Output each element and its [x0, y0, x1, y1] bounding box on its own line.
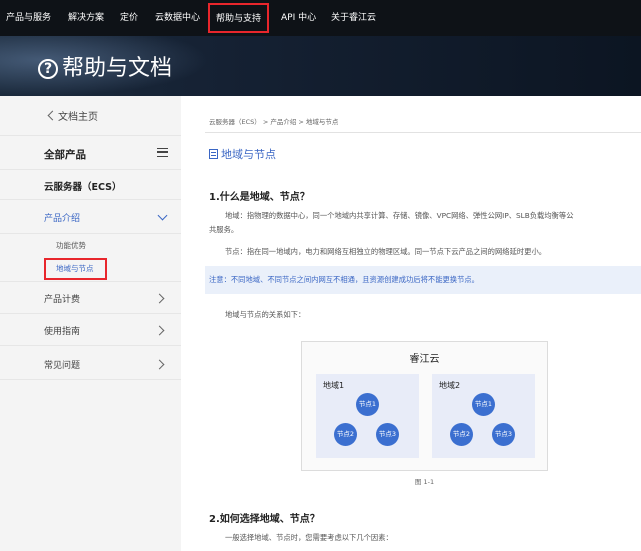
banner-title: ? 帮助与文档	[38, 50, 172, 82]
chevron-down-icon	[157, 210, 168, 221]
diagram-region-2: 地域2 节点1 节点2 节点3	[432, 374, 535, 458]
menu-icon[interactable]	[157, 148, 168, 157]
sidebar-section-intro[interactable]: 产品介绍	[0, 200, 181, 234]
region-node-diagram: 睿江云 地域1 节点1 节点2 节点3 地域2 节点1 节点2 节点3	[301, 341, 548, 471]
sidebar-section-billing[interactable]: 产品计费	[0, 282, 181, 314]
paragraph-choose: 一般选择地域、节点时，您需要考虑以下几个因素：	[225, 533, 393, 542]
sidebar-product-label: 云服务器（ECS）	[44, 182, 122, 193]
sidebar-all-products[interactable]: 全部产品	[0, 136, 181, 170]
diagram-node: 节点1	[356, 393, 379, 416]
active-item-highlight	[44, 258, 107, 280]
chevron-right-icon	[154, 359, 165, 370]
sidebar-section-label: 常见问题	[44, 361, 81, 371]
note-text: 注意：不同地域、不同节点之间内网互不相通，且资源创建成功后将不能更换节点。	[209, 275, 479, 284]
nav-item-help[interactable]: 帮助与支持	[208, 3, 270, 33]
section-heading-1: 1.什么是地域、节点？	[209, 192, 310, 203]
diagram-node: 节点3	[376, 423, 399, 446]
breadcrumb[interactable]: 云服务器（ECS） > 产品介绍 > 地域与节点	[209, 116, 338, 126]
sidebar-section-intro-label: 产品介绍	[44, 214, 81, 224]
page-title-text: 地域与节点	[221, 148, 276, 161]
paragraph-region-def-cont: 共服务。	[209, 225, 239, 234]
diagram-node: 节点2	[450, 423, 473, 446]
sidebar-sub-item-label: 功能优势	[56, 241, 86, 250]
region-label: 地域2	[439, 381, 461, 390]
banner-title-text: 帮助与文档	[62, 56, 173, 81]
sidebar-section-label: 使用指南	[44, 327, 81, 337]
page-title: 地域与节点	[209, 146, 276, 162]
paragraph-node-def: 节点：指在同一地域内，电力和网络互相独立的物理区域。同一节点下云产品之间的网络延…	[225, 247, 547, 256]
note-box: 注意：不同地域、不同节点之间内网互不相通，且资源创建成功后将不能更换节点。	[205, 266, 641, 294]
nav-item-datacenter[interactable]: 云数据中心	[155, 0, 200, 36]
main-content: 云服务器（ECS） > 产品介绍 > 地域与节点 地域与节点 1.什么是地域、节…	[181, 96, 641, 551]
diagram-node: 节点2	[334, 423, 357, 446]
sidebar-all-products-label: 全部产品	[44, 149, 86, 161]
diagram-region-1: 地域1 节点1 节点2 节点3	[316, 374, 419, 458]
document-icon	[209, 149, 218, 159]
sidebar-section-faq[interactable]: 常见问题	[0, 346, 181, 380]
sidebar-section-guide[interactable]: 使用指南	[0, 314, 181, 346]
sidebar-back[interactable]: 文档主页	[0, 96, 181, 136]
top-nav: 产品与服务 解决方案 定价 云数据中心 帮助与支持 API 中心 关于睿江云	[0, 0, 641, 36]
figure-caption: 图 1-1	[414, 478, 435, 486]
diagram-node: 节点3	[492, 423, 515, 446]
region-label: 地域1	[323, 381, 345, 390]
diagram-node: 节点1	[472, 393, 495, 416]
chevron-right-icon	[154, 293, 165, 304]
question-circle-icon: ?	[38, 59, 58, 79]
diagram-title: 睿江云	[409, 354, 440, 365]
sidebar: 文档主页 全部产品 云服务器（ECS） 产品介绍 功能优势 地域与节点 产品计费…	[0, 96, 181, 551]
nav-item-solutions[interactable]: 解决方案	[68, 0, 104, 36]
sidebar-section-label: 产品计费	[44, 295, 81, 305]
sidebar-sub-item-advantages[interactable]: 功能优势	[0, 234, 181, 256]
nav-item-about[interactable]: 关于睿江云	[331, 0, 376, 36]
section-heading-2: 2.如何选择地域、节点？	[209, 514, 320, 525]
paragraph-region-def: 地域：指物理的数据中心，同一个地域内共享计算、存储、镜像、VPC网络、弹性公网I…	[225, 211, 574, 220]
nav-item-pricing[interactable]: 定价	[120, 0, 138, 36]
sidebar-product[interactable]: 云服务器（ECS）	[0, 170, 181, 200]
nav-item-api[interactable]: API 中心	[281, 0, 316, 36]
nav-item-products[interactable]: 产品与服务	[6, 0, 51, 36]
paragraph-relation: 地域与节点的关系如下：	[225, 310, 306, 319]
sidebar-back-label: 文档主页	[58, 112, 98, 123]
chevron-left-icon	[47, 110, 58, 121]
divider	[205, 132, 641, 133]
banner: ? 帮助与文档	[0, 36, 641, 96]
chevron-right-icon	[154, 325, 165, 336]
